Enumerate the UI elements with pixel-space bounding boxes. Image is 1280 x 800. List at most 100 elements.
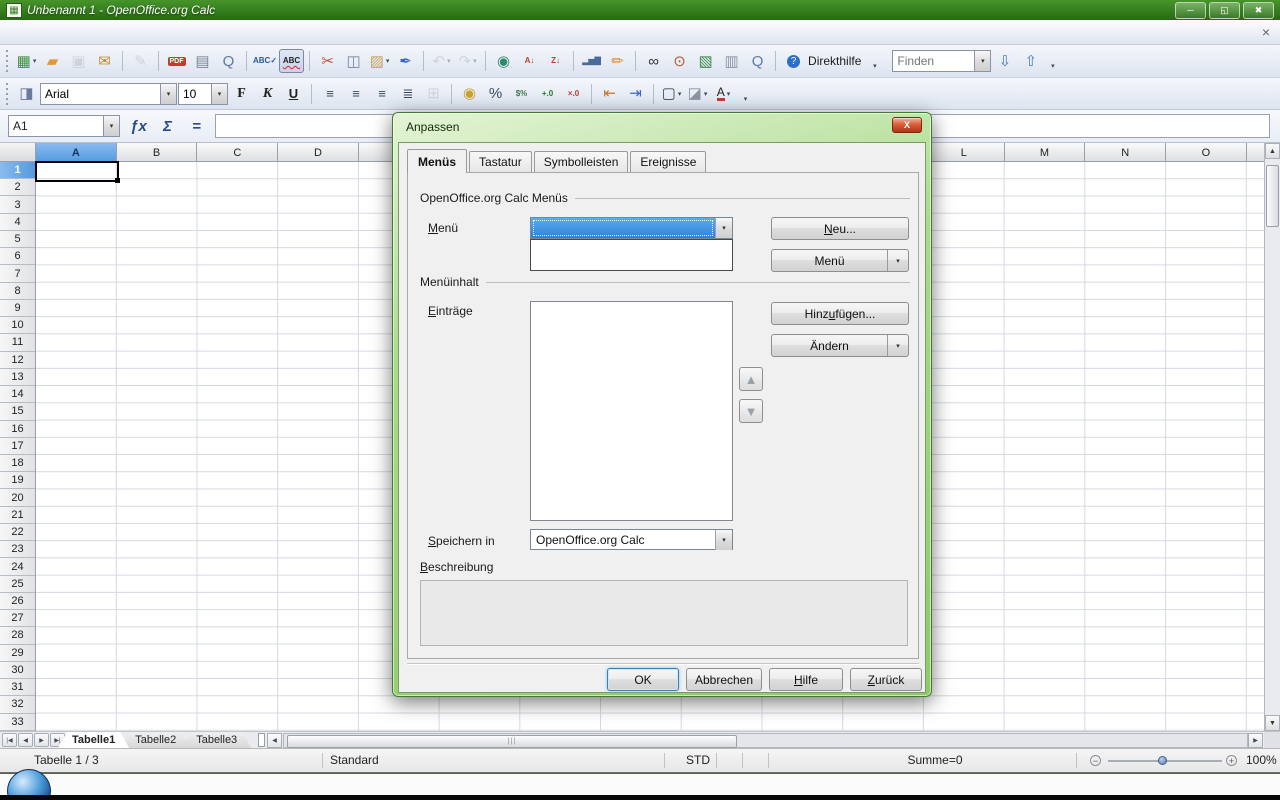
sum-display[interactable]: Summe=0	[855, 753, 1015, 767]
bold-button[interactable]: F	[229, 82, 254, 106]
copy-button[interactable]: ◫	[341, 49, 366, 73]
paste-button[interactable]: ▨▾	[367, 49, 392, 73]
align-right-button[interactable]: ≡	[369, 82, 394, 106]
font-color-button[interactable]: A▾	[711, 82, 736, 106]
row-header-15[interactable]: 15	[0, 403, 35, 420]
dropdown-arrow-icon[interactable]: ▾	[704, 90, 708, 98]
restore-button[interactable]: ◱	[1209, 2, 1240, 19]
dropdown-arrow-icon[interactable]: ▾	[33, 57, 37, 65]
zoom-out-icon[interactable]: −	[1090, 755, 1101, 766]
row-header-8[interactable]: 8	[0, 283, 35, 300]
format-paintbrush-button[interactable]: ✒	[393, 49, 418, 73]
direkthilfe-label[interactable]: Direkthilfe	[808, 54, 861, 68]
row-header-31[interactable]: 31	[0, 679, 35, 696]
decrease-indent-button[interactable]: ⇤	[597, 82, 622, 106]
borders-button[interactable]: ▢▾	[659, 82, 684, 106]
font-name-input[interactable]	[40, 83, 160, 105]
row-header-26[interactable]: 26	[0, 593, 35, 610]
dialog-titlebar[interactable]: Anpassen	[393, 113, 931, 140]
scroll-up-icon[interactable]: ▲	[1265, 143, 1280, 159]
column-header-d[interactable]: D	[278, 143, 359, 162]
standard-toolbar-overflow-button[interactable]: ▾	[868, 49, 881, 73]
cancel-button[interactable]: Abbrechen	[686, 668, 762, 691]
move-up-button[interactable]: ▲	[739, 367, 763, 391]
tab-ereignisse[interactable]: Ereignisse	[630, 151, 706, 172]
page-style[interactable]: Standard	[330, 753, 379, 767]
currency-format-button[interactable]: ◉	[457, 82, 482, 106]
email-button[interactable]: ✉	[92, 49, 117, 73]
function-wizard-button[interactable]: ƒx	[126, 114, 151, 138]
back-button[interactable]: Zurück	[850, 668, 922, 691]
find-next-button[interactable]: ⇩	[992, 49, 1017, 73]
save-in-combobox[interactable]: OpenOffice.org Calc ▾	[530, 529, 733, 550]
column-header-c[interactable]: C	[197, 143, 278, 162]
font-name-dropdown-icon[interactable]: ▾	[160, 83, 177, 105]
open-button[interactable]: ▰	[40, 49, 65, 73]
row-header-21[interactable]: 21	[0, 507, 35, 524]
find-dropdown-icon[interactable]: ▾	[974, 50, 991, 72]
find-previous-button[interactable]: ⇧	[1018, 49, 1043, 73]
row-header-17[interactable]: 17	[0, 438, 35, 455]
row-header-19[interactable]: 19	[0, 472, 35, 489]
row-header-6[interactable]: 6	[0, 248, 35, 265]
standard-format-button[interactable]: $%	[509, 82, 534, 106]
row-header-22[interactable]: 22	[0, 524, 35, 541]
sheet-tab-tabelle2[interactable]: Tabelle2	[121, 732, 190, 748]
sort-descending-button[interactable]: Z↓	[543, 49, 568, 73]
row-header-4[interactable]: 4	[0, 214, 35, 231]
hyperlink-button[interactable]: ◉	[491, 49, 516, 73]
ok-button[interactable]: OK	[607, 668, 679, 691]
scroll-left-icon[interactable]: ◀	[267, 733, 282, 748]
tab-splitter[interactable]	[258, 733, 265, 747]
tab-tastatur[interactable]: Tastatur	[469, 151, 532, 172]
row-header-24[interactable]: 24	[0, 558, 35, 575]
column-header-l[interactable]: L	[924, 143, 1005, 162]
sheet-tab-tabelle1[interactable]: Tabelle1	[58, 732, 129, 748]
modify-button-dropdown-icon[interactable]: ▾	[887, 335, 908, 356]
tab-symbolleisten[interactable]: Symbolleisten	[534, 151, 629, 172]
sheet-tab-tabelle3[interactable]: Tabelle3	[182, 732, 251, 748]
dropdown-arrow-icon[interactable]: ▾	[386, 57, 390, 65]
spellcheck-button[interactable]: ABC✓	[252, 49, 278, 73]
zoom-slider[interactable]	[1108, 760, 1222, 762]
menu-button-dropdown-icon[interactable]: ▾	[887, 250, 908, 271]
new-document-button[interactable]: ▦▾	[14, 49, 39, 73]
close-button[interactable]: ✖	[1243, 2, 1274, 19]
row-header-25[interactable]: 25	[0, 576, 35, 593]
row-header-20[interactable]: 20	[0, 489, 35, 506]
row-header-5[interactable]: 5	[0, 231, 35, 248]
menu-button[interactable]: Menü ▾	[771, 249, 909, 272]
first-sheet-icon[interactable]: |◀	[2, 733, 17, 747]
find-toolbar-overflow-button[interactable]: ▾	[1046, 49, 1059, 73]
new-button[interactable]: Neu...	[771, 217, 909, 240]
column-header-n[interactable]: N	[1085, 143, 1166, 162]
formatting-toolbar-overflow-button[interactable]: ▾	[739, 82, 752, 106]
selection-mode[interactable]: STD	[686, 753, 710, 767]
row-header-7[interactable]: 7	[0, 265, 35, 282]
column-header-o[interactable]: O	[1166, 143, 1247, 162]
horizontal-scrollbar[interactable]: |||	[283, 733, 1248, 748]
menu-combobox-dropdown-icon[interactable]: ▾	[715, 218, 732, 238]
insert-chart-button[interactable]: ▂▅▇	[579, 49, 604, 73]
styles-button[interactable]: ◨	[14, 82, 39, 106]
row-header-1[interactable]: 1	[0, 162, 35, 179]
row-header-12[interactable]: 12	[0, 352, 35, 369]
align-left-button[interactable]: ≡	[317, 82, 342, 106]
previous-sheet-icon[interactable]: ◀	[18, 733, 33, 747]
next-sheet-icon[interactable]: ▶	[34, 733, 49, 747]
draw-functions-button[interactable]: ✏	[605, 49, 630, 73]
close-document-icon[interactable]: ×	[1262, 25, 1270, 39]
row-header-16[interactable]: 16	[0, 421, 35, 438]
cell-reference-input[interactable]	[8, 115, 103, 137]
row-header-14[interactable]: 14	[0, 386, 35, 403]
add-decimal-button[interactable]: +.0	[535, 82, 560, 106]
save-in-dropdown-icon[interactable]: ▾	[715, 530, 732, 550]
minimize-button[interactable]: ─	[1175, 2, 1206, 19]
tab-mens[interactable]: Menüs	[407, 149, 467, 173]
row-header-13[interactable]: 13	[0, 369, 35, 386]
zoom-level[interactable]: 100%	[1246, 753, 1277, 767]
zoom-button[interactable]: Q	[745, 49, 770, 73]
modify-button[interactable]: Ändern ▾	[771, 334, 909, 357]
help-button[interactable]: Hilfe	[769, 668, 843, 691]
find-toolbar-combobox[interactable]: ▾	[892, 50, 991, 72]
